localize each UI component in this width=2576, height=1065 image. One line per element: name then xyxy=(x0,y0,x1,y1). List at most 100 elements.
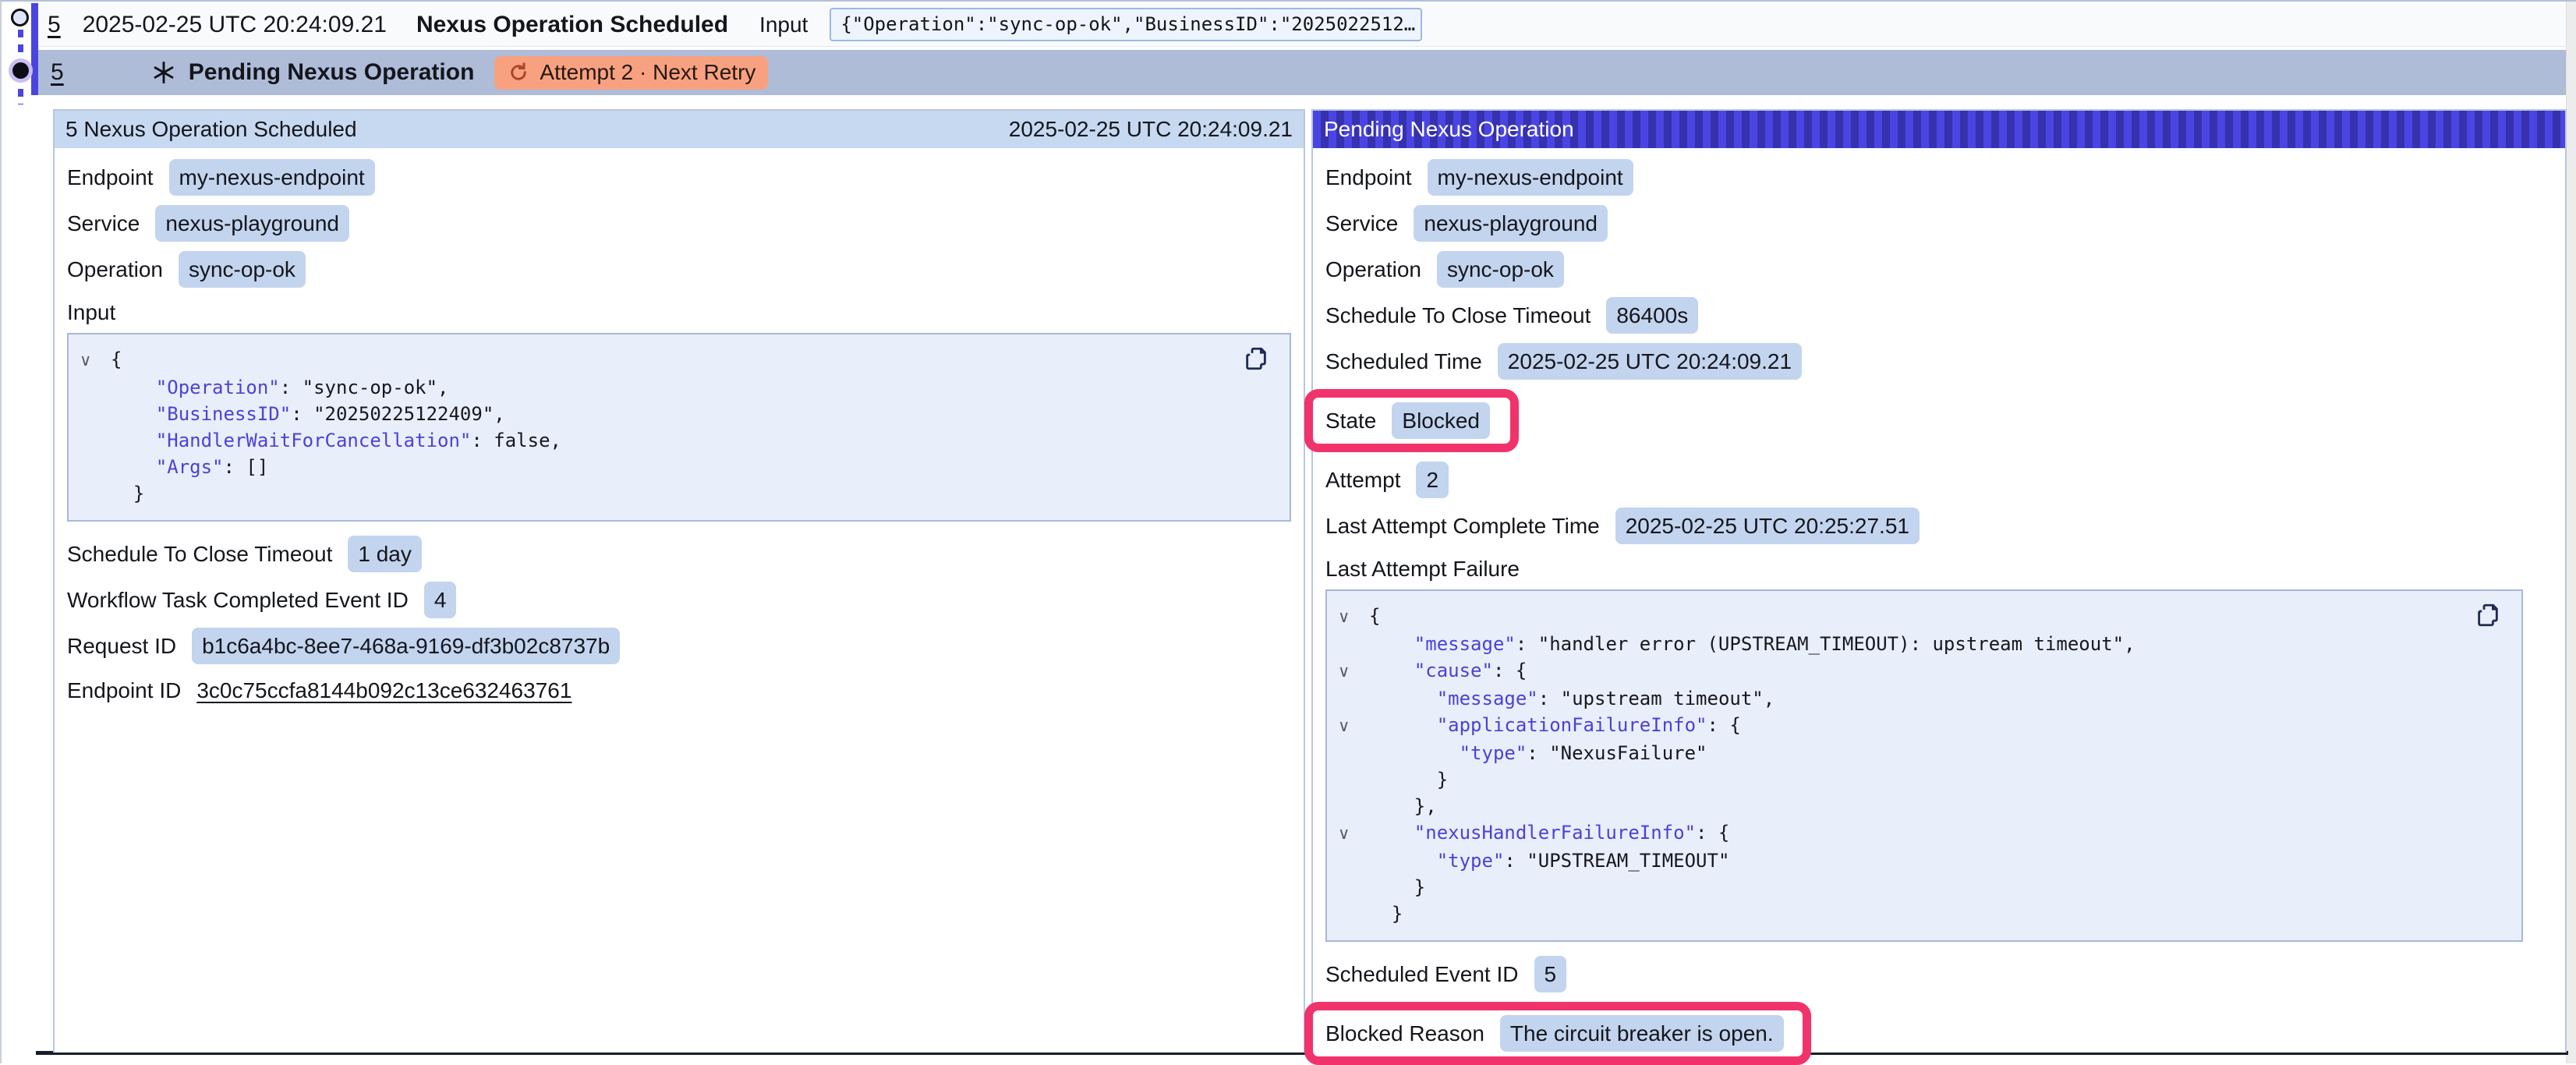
panel-title: Pending Nexus Operation xyxy=(1324,117,1574,142)
field-label: Workflow Task Completed Event ID xyxy=(67,588,409,613)
input-json-block: ∨{ "Operation": "sync-op-ok", "BusinessI… xyxy=(67,333,1291,522)
field-value-badge: my-nexus-endpoint xyxy=(1428,159,1633,196)
state-field-highlight: State Blocked xyxy=(1304,389,1519,452)
pending-panel-body: Endpoint my-nexus-endpoint Service nexus… xyxy=(1313,148,2565,1065)
state-value-badge: Blocked xyxy=(1392,402,1490,439)
pending-operation-panel: Pending Nexus Operation Endpoint my-nexu… xyxy=(1311,109,2567,1053)
timeline-filled-circle-icon[interactable] xyxy=(12,62,29,79)
endpoint-id-link[interactable]: 3c0c75ccfa8144b092c13ce632463761 xyxy=(196,678,571,703)
field-label: Schedule To Close Timeout xyxy=(67,542,332,567)
field-endpoint: Endpoint my-nexus-endpoint xyxy=(67,159,1291,196)
attempt-retry-label: Attempt 2 · Next Retry xyxy=(540,60,755,85)
field-schedule-to-close: Schedule To Close Timeout 86400s xyxy=(1325,297,2553,334)
json-code: ∨{ "Operation": "sync-op-ok", "BusinessI… xyxy=(80,346,1274,507)
input-label: Input xyxy=(759,12,808,37)
event-timestamp: 2025-02-25 UTC 20:24:09.21 xyxy=(83,12,387,38)
field-last-attempt-complete-time: Last Attempt Complete Time 2025-02-25 UT… xyxy=(1325,508,2553,544)
field-value-badge: sync-op-ok xyxy=(1437,251,1564,288)
code-line: "message": "handler error (UPSTREAM_TIME… xyxy=(1338,631,2506,657)
code-line: "Args": [] xyxy=(80,454,1274,480)
blocked-reason-field-highlight: Blocked Reason The circuit breaker is op… xyxy=(1304,1002,1811,1065)
copy-icon[interactable] xyxy=(1243,345,1269,372)
timeline-selection-bar xyxy=(31,3,38,95)
code-line: ∨ "applicationFailureInfo": { xyxy=(1338,712,2506,740)
field-endpoint-id: Endpoint ID 3c0c75ccfa8144b092c13ce63246… xyxy=(67,674,1291,708)
code-line: ∨{ xyxy=(80,346,1274,374)
field-value-badge: 2025-02-25 UTC 20:25:27.51 xyxy=(1615,508,1920,544)
code-line: } xyxy=(1338,900,2506,927)
field-value-badge: my-nexus-endpoint xyxy=(169,159,375,196)
code-line: ∨ "nexusHandlerFailureInfo": { xyxy=(1338,819,2506,847)
event-title: Nexus Operation Scheduled xyxy=(416,12,728,38)
code-line: } xyxy=(1338,766,2506,793)
field-label: Scheduled Time xyxy=(1325,349,1482,374)
attempt-retry-badge: Attempt 2 · Next Retry xyxy=(494,56,768,90)
temporal-event-history-view: { "rows": { "scheduled": { "id": "5", "t… xyxy=(0,0,2576,1063)
field-value-badge: 2 xyxy=(1416,462,1449,498)
code-line: "type": "UPSTREAM_TIMEOUT" xyxy=(1338,847,2506,874)
code-line: } xyxy=(1338,874,2506,900)
field-scheduled-event-id: Scheduled Event ID 5 xyxy=(1325,956,2553,992)
field-label: Schedule To Close Timeout xyxy=(1325,303,1591,328)
event-row-pending[interactable]: 5 Pending Nexus Operation Attempt 2 · Ne… xyxy=(38,50,2567,95)
field-service: Service nexus-playground xyxy=(67,205,1291,242)
field-schedule-to-close: Schedule To Close Timeout 1 day xyxy=(67,536,1291,572)
asterisk-icon xyxy=(151,60,176,85)
collapse-chevron-icon[interactable]: ∨ xyxy=(1338,713,1369,740)
code-line: "type": "NexusFailure" xyxy=(1338,740,2506,766)
failure-json-block: ∨{ "message": "handler error (UPSTREAM_T… xyxy=(1325,589,2523,942)
field-label: Operation xyxy=(67,257,163,282)
pending-panel-header: Pending Nexus Operation xyxy=(1313,111,2565,148)
field-value-badge: 2025-02-25 UTC 20:24:09.21 xyxy=(1498,343,1802,380)
field-last-attempt-failure-label: Last Attempt Failure xyxy=(1325,554,2553,585)
field-attempt: Attempt 2 xyxy=(1325,462,2553,498)
input-preview-chip: {"Operation":"sync-op-ok","BusinessID":"… xyxy=(830,8,1422,41)
field-label: Last Attempt Complete Time xyxy=(1325,514,1600,539)
code-line: ∨ "cause": { xyxy=(1338,657,2506,685)
code-line: ∨{ xyxy=(1338,603,2506,631)
scheduled-event-panel: 5 Nexus Operation Scheduled 2025-02-25 U… xyxy=(53,109,1305,1053)
field-value-badge: b1c6a4bc-8ee7-468a-9169-df3b02c8737b xyxy=(192,628,620,664)
field-wft-completed-event-id: Workflow Task Completed Event ID 4 xyxy=(67,582,1291,618)
field-label: Last Attempt Failure xyxy=(1325,557,1520,582)
field-operation: Operation sync-op-ok xyxy=(67,251,1291,288)
collapse-chevron-icon[interactable]: ∨ xyxy=(80,348,111,374)
code-line: "Operation": "sync-op-ok", xyxy=(80,374,1274,401)
field-label: Input xyxy=(67,300,115,325)
scheduled-panel-body: Endpoint my-nexus-endpoint Service nexus… xyxy=(55,148,1304,708)
event-detail-panels: 5 Nexus Operation Scheduled 2025-02-25 U… xyxy=(53,109,2567,1053)
json-code: ∨{ "message": "handler error (UPSTREAM_T… xyxy=(1338,603,2506,927)
field-input-label: Input xyxy=(67,297,1291,328)
field-label: State xyxy=(1325,409,1376,433)
event-id-link[interactable]: 5 xyxy=(51,59,64,86)
field-value-badge: nexus-playground xyxy=(1414,205,1608,242)
field-label: Endpoint xyxy=(67,165,154,190)
scrollbar[interactable] xyxy=(2566,2,2576,1063)
event-id-link[interactable]: 5 xyxy=(48,12,61,38)
field-request-id: Request ID b1c6a4bc-8ee7-468a-9169-df3b0… xyxy=(67,628,1291,664)
copy-icon[interactable] xyxy=(2475,602,2501,628)
pending-event-title: Pending Nexus Operation xyxy=(189,59,475,86)
field-value-badge: 1 day xyxy=(348,536,422,572)
field-label: Attempt xyxy=(1325,468,1400,493)
event-row-scheduled[interactable]: 5 2025-02-25 UTC 20:24:09.21 Nexus Opera… xyxy=(38,3,2567,47)
field-value-badge: nexus-playground xyxy=(155,205,349,242)
field-label: Scheduled Event ID xyxy=(1325,962,1519,987)
field-label: Service xyxy=(67,211,140,236)
field-label: Operation xyxy=(1325,257,1421,282)
field-endpoint: Endpoint my-nexus-endpoint xyxy=(1325,159,2553,196)
collapse-chevron-icon[interactable]: ∨ xyxy=(1338,821,1369,847)
collapse-chevron-icon[interactable]: ∨ xyxy=(1338,659,1369,685)
code-line: } xyxy=(80,480,1274,507)
timeline-open-circle-icon[interactable] xyxy=(11,9,29,27)
code-line: "message": "upstream timeout", xyxy=(1338,685,2506,712)
scheduled-panel-header: 5 Nexus Operation Scheduled 2025-02-25 U… xyxy=(55,111,1304,148)
panel-timestamp: 2025-02-25 UTC 20:24:09.21 xyxy=(1009,117,1293,142)
field-operation: Operation sync-op-ok xyxy=(1325,251,2553,288)
field-value-badge: 86400s xyxy=(1606,297,1698,334)
blocked-reason-value-badge: The circuit breaker is open. xyxy=(1500,1015,1784,1052)
field-value-badge: 4 xyxy=(424,582,457,618)
collapse-chevron-icon[interactable]: ∨ xyxy=(1338,604,1369,631)
retry-icon xyxy=(507,61,530,84)
field-service: Service nexus-playground xyxy=(1325,205,2553,242)
